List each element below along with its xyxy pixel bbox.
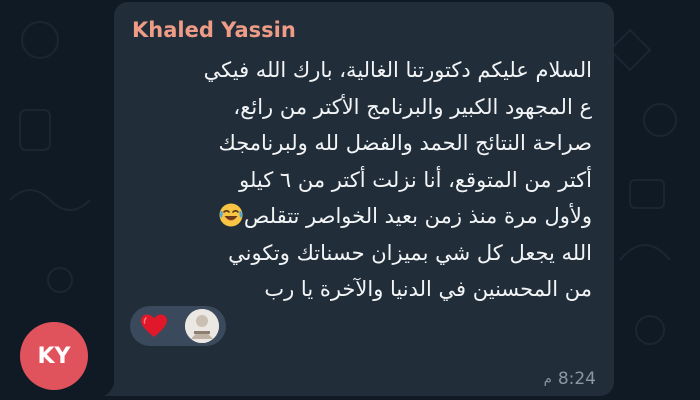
message-line-text: ولأول مرة منذ زمن بعيد الخواصر تتقلص [243,204,592,228]
red-heart-icon[interactable] [140,313,168,339]
message-text: السلام عليكم دكتورتنا الغالية، بارك الله… [126,52,592,308]
avatar-initials: KY [37,343,71,369]
message-line: السلام عليكم دكتورتنا الغالية، بارك الله… [203,58,592,82]
sender-name[interactable]: Khaled Yassin [132,18,296,42]
message-line: ع المجهود الكبير والبرنامج الأكتر من رائ… [233,94,592,119]
sender-avatar[interactable]: KY [20,322,88,390]
message-line: من المحسنين في الدنيا والآخرة يا رب [264,277,592,301]
message-line: الله يجعل كل شي بميزان حسناتك وتكوني [228,240,592,265]
message-bubble[interactable]: Khaled Yassin السلام عليكم دكتورتنا الغا… [114,2,614,396]
message-line: أكتر من المتوقع، أنا نزلت أكتر من ٦ كيلو [239,167,592,192]
message-meta: م 8:24 [544,368,596,390]
message-line: صراحة النتائج الحمد والفضل لله ولبرنامجك [218,131,592,155]
message-time-period: م [543,371,552,387]
message-time: 8:24 [557,369,596,389]
reactions-pill[interactable] [130,306,226,346]
reactor-avatar[interactable] [185,309,219,343]
message-line-with-emoji: ولأول مرة منذ زمن بعيد الخواصر تتقلص [126,198,592,235]
bubble-tail [104,370,126,396]
laughing-tears-emoji-icon [219,203,243,227]
